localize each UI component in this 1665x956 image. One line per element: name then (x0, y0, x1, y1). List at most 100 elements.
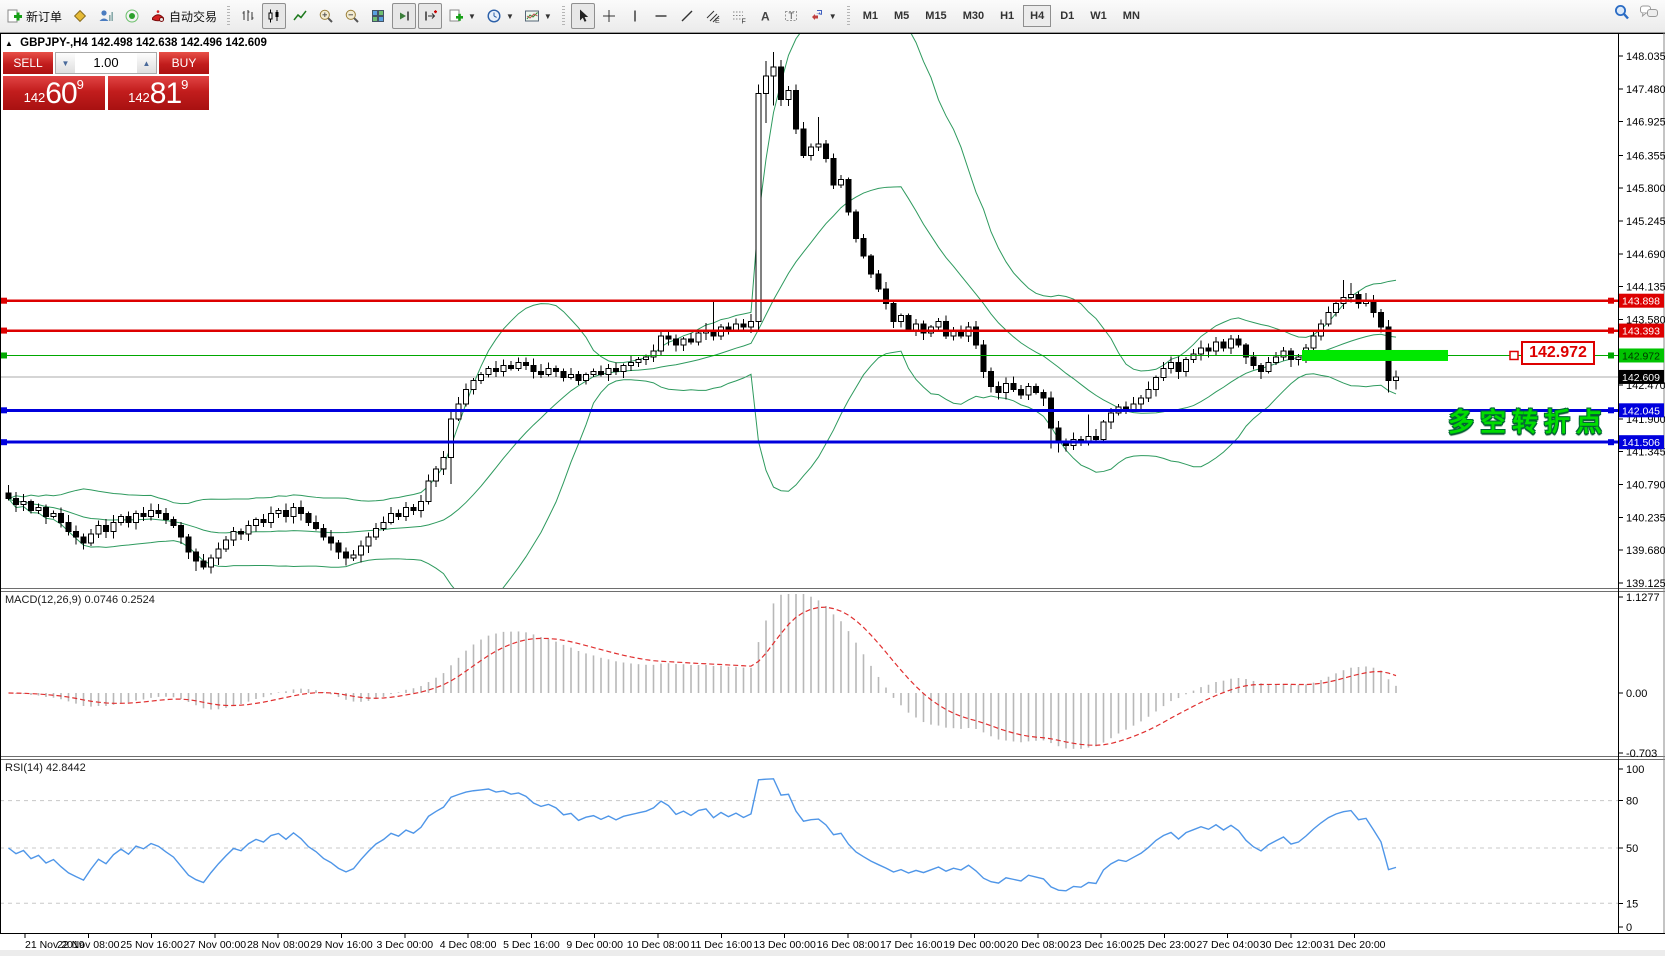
triangle-icon: ▲ (5, 39, 13, 48)
auto-trading-button[interactable]: 自动交易 (146, 3, 221, 29)
svg-text:11 Dec 16:00: 11 Dec 16:00 (690, 939, 752, 951)
sell-price-display[interactable]: 142 60 9 (3, 76, 105, 110)
macd-name: MACD(12,26,9) (5, 594, 81, 606)
chart-shift-button[interactable] (418, 3, 442, 29)
svg-text:F: F (741, 19, 745, 25)
turning-point-annotation[interactable]: 多空转折点 (1448, 402, 1608, 439)
volume-decrease-button[interactable]: ▼ (56, 53, 75, 73)
zoom-in-button[interactable] (314, 3, 338, 29)
svg-text:4 Dec 08:00: 4 Dec 08:00 (440, 939, 497, 951)
toolbar-grip (227, 6, 230, 26)
tile-windows-button[interactable] (366, 3, 390, 29)
sell-button[interactable]: SELL (3, 52, 53, 74)
text-label-button[interactable]: T (779, 3, 803, 29)
svg-text:20 Dec 08:00: 20 Dec 08:00 (1007, 939, 1070, 951)
svg-text:29 Nov 16:00: 29 Nov 16:00 (310, 939, 373, 951)
svg-text:145.245: 145.245 (1626, 216, 1665, 228)
chart-canvas[interactable]: 148.035147.480146.925146.355145.800145.2… (0, 0, 1665, 956)
timeframe-m15[interactable]: M15 (918, 5, 953, 27)
macd-signal-value: 0.2524 (121, 594, 155, 606)
svg-text:80: 80 (1626, 796, 1638, 808)
svg-text:30 Dec 12:00: 30 Dec 12:00 (1260, 939, 1323, 951)
rsi-value: 42.8442 (46, 762, 86, 774)
svg-text:9 Dec 00:00: 9 Dec 00:00 (566, 939, 623, 951)
horizontal-line-button[interactable] (649, 3, 673, 29)
fibonacci-button[interactable]: F (727, 3, 751, 29)
new-order-button[interactable]: 新订单 (3, 3, 66, 29)
price-level-label[interactable]: 142.972 (1521, 341, 1595, 365)
rsi-indicator-label: RSI(14) 42.8442 (5, 762, 86, 774)
timeframe-d1[interactable]: D1 (1053, 5, 1081, 27)
signal-button[interactable] (120, 3, 144, 29)
auto-trading-icon (150, 8, 166, 24)
clock-icon (486, 8, 502, 24)
svg-text:31 Dec 20:00: 31 Dec 20:00 (1323, 939, 1386, 951)
timeframe-h4[interactable]: H4 (1023, 5, 1051, 27)
svg-text:146.925: 146.925 (1626, 117, 1665, 129)
signal-icon (124, 8, 140, 24)
svg-text:13 Dec 00:00: 13 Dec 00:00 (753, 939, 816, 951)
candlestick-chart-button[interactable] (262, 3, 286, 29)
buy-price-base: 142 (128, 87, 150, 109)
zoom-out-button[interactable] (340, 3, 364, 29)
auto-trading-label: 自动交易 (169, 8, 217, 25)
auto-scroll-button[interactable] (392, 3, 416, 29)
svg-text:E: E (715, 18, 720, 24)
new-chart-button[interactable]: ▼ (444, 3, 480, 29)
sell-price-big: 60 (45, 79, 76, 109)
trendline-button[interactable] (675, 3, 699, 29)
profiles-button[interactable] (68, 3, 92, 29)
buy-button[interactable]: BUY (159, 52, 209, 74)
main-toolbar: 新订单 自动交易 (0, 0, 1665, 33)
svg-text:5 Dec 16:00: 5 Dec 16:00 (503, 939, 560, 951)
crosshair-button[interactable] (597, 3, 621, 29)
timeframe-h1[interactable]: H1 (993, 5, 1021, 27)
cursor-button[interactable] (571, 3, 595, 29)
macd-indicator-label: MACD(12,26,9) 0.0746 0.2524 (5, 594, 155, 606)
equidistant-channel-button[interactable]: E (701, 3, 725, 29)
timeframe-m1[interactable]: M1 (856, 5, 885, 27)
text-button[interactable]: A (753, 3, 777, 29)
arrows-button[interactable]: ▼ (805, 3, 841, 29)
timeframe-w1[interactable]: W1 (1083, 5, 1114, 27)
toolbar-grip (847, 6, 850, 26)
symbol-name: GBPJPY-,H4 (20, 37, 88, 49)
vertical-line-icon (627, 8, 643, 24)
svg-text:139.680: 139.680 (1626, 545, 1665, 557)
buy-price-sup: 9 (181, 78, 188, 91)
svg-text:145.800: 145.800 (1626, 183, 1665, 195)
vertical-line-button[interactable] (623, 3, 647, 29)
volume-increase-button[interactable]: ▲ (137, 53, 156, 73)
market-watch-button[interactable] (94, 3, 118, 29)
toolbar-right-group (1613, 3, 1659, 24)
svg-text:T: T (788, 11, 794, 21)
search-icon[interactable] (1613, 3, 1631, 24)
svg-text:19 Dec 00:00: 19 Dec 00:00 (943, 939, 1006, 951)
text-icon: A (757, 8, 773, 24)
timeframe-m30[interactable]: M30 (956, 5, 991, 27)
svg-text:3 Dec 00:00: 3 Dec 00:00 (376, 939, 433, 951)
line-chart-button[interactable] (288, 3, 312, 29)
templates-button[interactable]: ▼ (520, 3, 556, 29)
svg-text:141.506: 141.506 (1622, 437, 1660, 449)
svg-text:144.690: 144.690 (1626, 249, 1665, 261)
timeframe-mn[interactable]: MN (1116, 5, 1147, 27)
svg-text:25 Dec 23:00: 25 Dec 23:00 (1133, 939, 1196, 951)
period-button[interactable]: ▼ (482, 3, 518, 29)
macd-main-value: 0.0746 (84, 594, 118, 606)
svg-text:143.393: 143.393 (1622, 326, 1660, 338)
svg-text:142.972: 142.972 (1622, 350, 1660, 362)
line-chart-icon (292, 8, 308, 24)
zoom-in-icon (318, 8, 334, 24)
svg-text:143.898: 143.898 (1622, 296, 1660, 308)
svg-text:50: 50 (1626, 843, 1638, 855)
bar-chart-button[interactable] (236, 3, 260, 29)
bar-chart-icon (240, 8, 256, 24)
volume-value[interactable]: 1.00 (75, 53, 137, 73)
buy-price-display[interactable]: 142 81 9 (108, 76, 210, 110)
timeframe-m5[interactable]: M5 (887, 5, 916, 27)
text-label-icon: T (783, 8, 799, 24)
crosshair-icon (601, 8, 617, 24)
chat-icon[interactable] (1639, 3, 1659, 24)
zoom-out-icon (344, 8, 360, 24)
